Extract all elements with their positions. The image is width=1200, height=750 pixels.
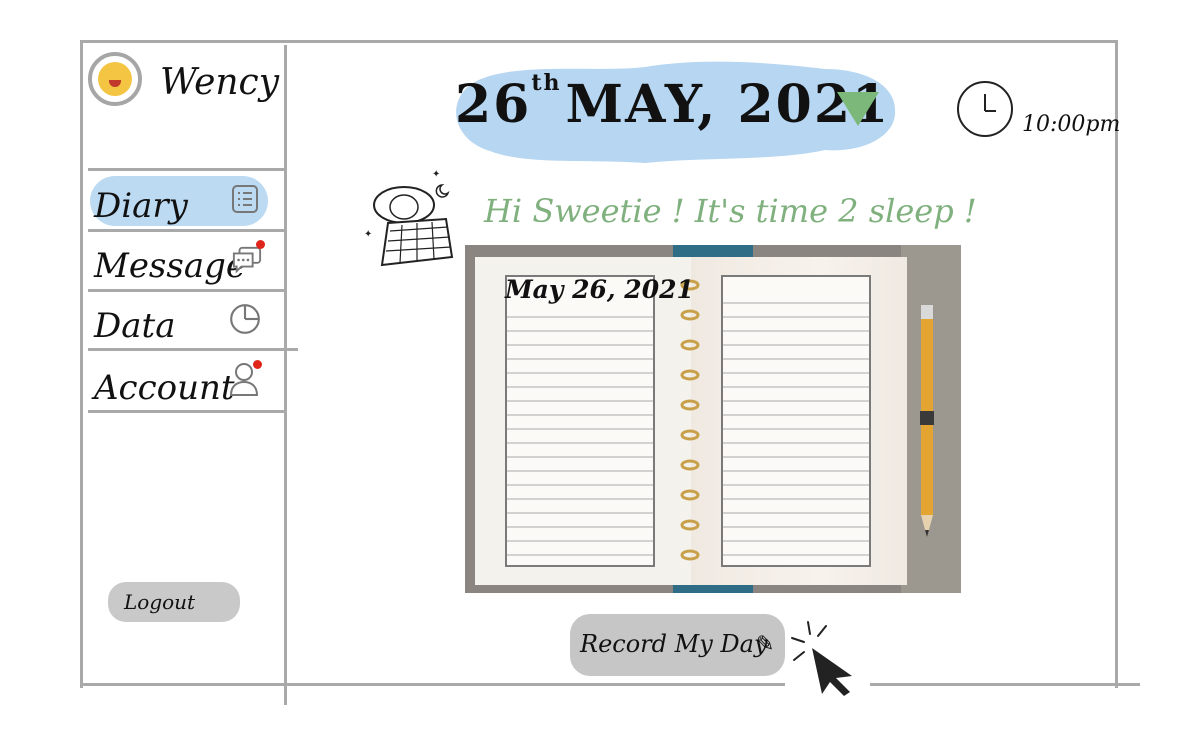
user-name: Wency (160, 62, 280, 103)
message-notification-dot (256, 240, 265, 249)
sidebar-item-message[interactable]: Message (88, 234, 278, 290)
record-my-day-button[interactable]: Record My Day ✎ (570, 614, 785, 676)
journal-entry-date: May 26, 2021 (505, 275, 694, 304)
logout-label: Logout (124, 590, 196, 614)
notebook-right-page (691, 257, 907, 585)
sidebar-item-label: Diary (94, 186, 188, 226)
pencil-icon (920, 305, 934, 537)
notes-icon (232, 185, 258, 213)
ruled-lines (723, 302, 869, 556)
window-frame-bottom-right (870, 683, 1140, 686)
pie-chart-icon (230, 304, 260, 334)
binder-rings (680, 279, 700, 561)
account-notification-dot (253, 360, 262, 369)
clock-icon[interactable] (956, 80, 1014, 138)
nav-divider (88, 348, 298, 351)
sidebar-item-data[interactable]: Data (88, 294, 278, 350)
nav-divider (88, 229, 284, 232)
sidebar-item-account[interactable]: Account (88, 356, 278, 412)
click-cursor-icon (791, 621, 852, 696)
sleeping-doodle-icon: ✦ ✦ (364, 169, 454, 267)
record-my-day-label: Record My Day (580, 630, 768, 658)
logout-button[interactable]: Logout (108, 582, 240, 622)
sparkle-icon: ✎ (756, 632, 775, 657)
sidebar-item-label: Account (94, 368, 235, 408)
raised-hands-emoji-icon (98, 62, 132, 96)
ruled-lines (507, 316, 653, 556)
date-suffix: th (531, 70, 562, 96)
svg-text:✦: ✦ (364, 229, 372, 240)
sidebar-item-label: Message (94, 246, 246, 286)
journal-writing-area[interactable] (721, 275, 871, 567)
current-time: 10:00pm (1022, 112, 1121, 137)
window-frame-top (80, 40, 1118, 43)
notebook-left-page (475, 257, 691, 585)
date-title: 26thMAY, 2021 (455, 70, 890, 135)
sidebar-divider (284, 45, 287, 705)
svg-text:✦: ✦ (432, 169, 440, 180)
sidebar-item-label: Data (94, 306, 176, 346)
window-frame-bottom (80, 683, 785, 686)
diary-notebook[interactable]: May 26, 2021 (465, 245, 961, 593)
journal-writing-area[interactable] (505, 275, 655, 567)
nav-divider (88, 410, 284, 413)
date-day: 26 (455, 74, 532, 135)
window-frame-right (1115, 40, 1118, 688)
date-dropdown-triangle-icon[interactable] (835, 90, 881, 128)
nav-divider (88, 168, 284, 171)
greeting-message: Hi Sweetie ! It's time 2 sleep ! (484, 192, 977, 230)
window-frame-left (80, 40, 83, 688)
sidebar-item-diary[interactable]: Diary (88, 174, 278, 230)
nav-divider (88, 289, 284, 292)
